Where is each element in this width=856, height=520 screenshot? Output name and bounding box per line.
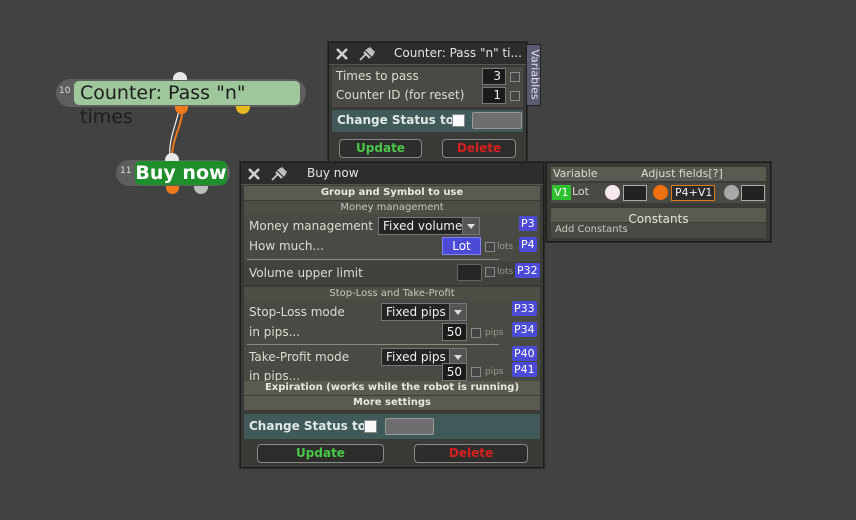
constants-header: Constants bbox=[551, 208, 766, 226]
variable-row: V1 Lot P4+V1 bbox=[551, 183, 766, 203]
close-icon[interactable] bbox=[335, 47, 349, 61]
variable-column-label: Variable bbox=[553, 167, 598, 180]
status-select[interactable] bbox=[385, 418, 434, 435]
change-status-checkbox[interactable] bbox=[452, 114, 465, 127]
chevron-down-icon bbox=[462, 218, 479, 234]
counter-block-title[interactable]: Counter: Pass "n" times bbox=[74, 81, 300, 128]
take-profit-mode-label: Take-Profit mode bbox=[249, 350, 350, 364]
add-constants-label[interactable]: Add Constants bbox=[555, 224, 628, 235]
section-more-settings[interactable]: More settings bbox=[244, 396, 540, 410]
variables-tab-label: Variables bbox=[528, 49, 542, 100]
section-expiration[interactable]: Expiration (works while the robot is run… bbox=[244, 381, 540, 395]
how-much-unit: lots bbox=[497, 242, 514, 252]
counter-settings-panel: Counter: Pass "n" ti... Times to pass 3 … bbox=[328, 42, 527, 162]
volume-limit-unit: lots bbox=[497, 267, 514, 277]
stop-loss-mode-select[interactable]: Fixed pips bbox=[381, 303, 467, 321]
times-to-pass-label: Times to pass bbox=[336, 69, 419, 83]
buy-now-block-title[interactable]: Buy now bbox=[135, 161, 227, 185]
close-icon[interactable] bbox=[247, 167, 261, 181]
counter-id-input[interactable]: 1 bbox=[482, 87, 506, 104]
buy-settings-panel: Buy now Group and Symbol to use Money ma… bbox=[240, 162, 544, 468]
how-much-lots-checkbox[interactable] bbox=[485, 242, 495, 252]
sl-pips-input[interactable]: 50 bbox=[442, 323, 467, 341]
volume-limit-label: Volume upper limit bbox=[249, 266, 363, 280]
how-much-input[interactable]: Lot bbox=[442, 237, 481, 255]
update-button[interactable]: Update bbox=[257, 444, 384, 463]
volume-limit-row: Volume upper limit lots P32 bbox=[244, 261, 540, 285]
input-port[interactable] bbox=[165, 153, 179, 161]
input-port[interactable] bbox=[173, 72, 187, 80]
pin-icon[interactable] bbox=[357, 45, 377, 62]
times-to-pass-input[interactable]: 3 bbox=[482, 68, 506, 85]
stop-loss-mode-label: Stop-Loss mode bbox=[249, 305, 345, 319]
tp-pips-input[interactable]: 50 bbox=[442, 363, 467, 381]
take-profit-mode-value: Fixed pips bbox=[386, 350, 446, 364]
param-tag-p4[interactable]: P4 bbox=[519, 237, 537, 252]
add-constants-row[interactable]: Add Constants bbox=[551, 223, 766, 238]
status-select[interactable] bbox=[472, 112, 522, 129]
variables-panel: Variable Adjust fields[?] V1 Lot P4+V1 C… bbox=[546, 162, 771, 242]
subsection-sl-tp: Stop-Loss and Take-Profit bbox=[244, 287, 540, 300]
change-status-label: Change Status to bbox=[249, 419, 366, 433]
panel-titlebar[interactable]: Counter: Pass "n" ti... bbox=[329, 43, 526, 65]
section-group-symbol[interactable]: Group and Symbol to use bbox=[244, 186, 540, 200]
times-to-pass-checkbox[interactable] bbox=[510, 72, 520, 82]
color-swatch[interactable] bbox=[741, 185, 765, 201]
variable-tag: V1 bbox=[552, 185, 571, 200]
change-status-row: Change Status to bbox=[332, 110, 523, 132]
change-status-checkbox[interactable] bbox=[364, 420, 377, 433]
circle-orange-icon[interactable] bbox=[653, 185, 668, 200]
pin-icon[interactable] bbox=[269, 165, 289, 182]
how-much-label: How much... bbox=[249, 239, 324, 253]
formula-input[interactable]: P4+V1 bbox=[671, 185, 715, 201]
money-management-label: Money management bbox=[249, 219, 373, 233]
param-tag-p33[interactable]: P33 bbox=[512, 301, 537, 316]
volume-limit-input[interactable] bbox=[457, 264, 482, 281]
divider bbox=[247, 259, 499, 260]
panel-title: Buy now bbox=[307, 166, 359, 180]
circle-grey-icon[interactable] bbox=[724, 185, 739, 200]
tp-pips-unit: pips bbox=[485, 367, 504, 377]
sl-tp-area: Stop-Loss and Take-Profit Stop-Loss mode… bbox=[244, 287, 540, 383]
delete-button[interactable]: Delete bbox=[442, 139, 516, 158]
counter-id-label: Counter ID (for reset) bbox=[336, 88, 465, 102]
money-management-value: Fixed volume bbox=[383, 219, 463, 233]
param-tag-p32[interactable]: P32 bbox=[515, 263, 540, 278]
panel-titlebar[interactable]: Buy now bbox=[241, 163, 543, 185]
change-status-row: Change Status to bbox=[244, 414, 540, 439]
volume-limit-checkbox[interactable] bbox=[485, 267, 495, 277]
counter-fields-area: Times to pass 3 Counter ID (for reset) 1 bbox=[332, 67, 523, 107]
buy-now-block[interactable]: 11 Buy now bbox=[116, 160, 230, 186]
param-tag-p40[interactable]: P40 bbox=[512, 346, 537, 361]
divider bbox=[247, 344, 499, 345]
panel-title: Counter: Pass "n" ti... bbox=[394, 46, 522, 60]
circle-white-icon[interactable] bbox=[605, 185, 620, 200]
delete-button[interactable]: Delete bbox=[414, 444, 528, 463]
block-number: 10 bbox=[59, 86, 71, 96]
sl-pips-label: in pips... bbox=[249, 325, 301, 339]
counter-id-checkbox[interactable] bbox=[510, 91, 520, 101]
tp-pips-checkbox[interactable] bbox=[471, 367, 481, 377]
param-tag-p34[interactable]: P34 bbox=[512, 322, 537, 337]
subsection-money-management: Money management bbox=[244, 201, 540, 214]
change-status-label: Change Status to bbox=[337, 113, 454, 127]
stop-loss-mode-value: Fixed pips bbox=[386, 305, 446, 319]
param-tag-p3[interactable]: P3 bbox=[519, 216, 537, 231]
money-management-area: Money management Money management Fixed … bbox=[244, 201, 540, 285]
money-management-select[interactable]: Fixed volume bbox=[378, 217, 480, 235]
update-button[interactable]: Update bbox=[339, 139, 422, 158]
counter-block[interactable]: 10 Counter: Pass "n" times bbox=[56, 79, 306, 128]
block-number: 11 bbox=[120, 166, 132, 176]
variables-tab[interactable]: Variables bbox=[526, 44, 542, 106]
param-tag-p41[interactable]: P41 bbox=[512, 362, 537, 377]
sl-pips-checkbox[interactable] bbox=[471, 328, 481, 338]
variables-header: Variable Adjust fields[?] bbox=[551, 167, 766, 181]
variable-name: Lot bbox=[572, 185, 589, 198]
adjust-fields-label[interactable]: Adjust fields[?] bbox=[641, 167, 723, 180]
color-swatch[interactable] bbox=[623, 185, 647, 201]
sl-pips-unit: pips bbox=[485, 328, 504, 338]
chevron-down-icon bbox=[449, 304, 466, 320]
